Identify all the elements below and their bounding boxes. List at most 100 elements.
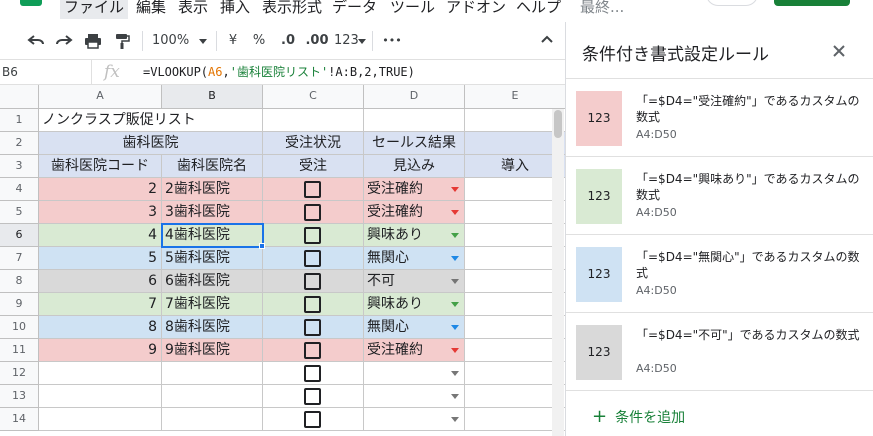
cell-install[interactable] xyxy=(465,293,566,316)
currency-format-button[interactable]: ¥ xyxy=(226,33,240,49)
row-header[interactable]: 3 xyxy=(0,155,39,178)
column-header-d[interactable]: D xyxy=(364,85,465,109)
menu-edit[interactable]: 編集 xyxy=(136,0,166,19)
cell-empty[interactable] xyxy=(162,362,263,385)
cell-e1[interactable] xyxy=(465,109,566,132)
sub-header-order[interactable]: 受注 xyxy=(263,155,364,178)
cell-order-checkbox[interactable] xyxy=(263,362,364,385)
sheet-title-cell[interactable]: ノンクラスプ販促リスト xyxy=(39,109,263,132)
checkbox[interactable] xyxy=(304,227,321,244)
row-header[interactable]: 7 xyxy=(0,247,39,270)
row-header[interactable]: 14 xyxy=(0,408,39,431)
cell-clinic-code[interactable]: 4 xyxy=(39,224,162,247)
cell-clinic-code[interactable]: 6 xyxy=(39,270,162,293)
cell-status-dropdown[interactable]: 無関心 xyxy=(364,316,465,339)
vertical-scrollbar[interactable] xyxy=(552,109,564,436)
menu-file[interactable]: ファイル xyxy=(60,0,129,19)
cell-clinic-code[interactable]: 8 xyxy=(39,316,162,339)
last-edit-link[interactable]: 最終... xyxy=(580,0,624,19)
row-header[interactable]: 10 xyxy=(0,316,39,339)
row-header[interactable]: 5 xyxy=(0,201,39,224)
cell-status-dropdown[interactable]: 不可 xyxy=(364,270,465,293)
cell-empty[interactable] xyxy=(162,408,263,431)
row-header[interactable]: 11 xyxy=(0,339,39,362)
cell-order-checkbox[interactable] xyxy=(263,385,364,408)
row-header[interactable]: 13 xyxy=(0,385,39,408)
menu-addons[interactable]: アドオン xyxy=(446,0,506,19)
menu-tools[interactable]: ツール xyxy=(390,0,435,19)
format-rule-item[interactable]: 123 「=$D4="不可"」であるカスタムの数式 A4:D50 xyxy=(566,313,873,391)
menu-insert[interactable]: 挿入 xyxy=(220,0,250,19)
checkbox[interactable] xyxy=(304,388,321,405)
row-header[interactable]: 8 xyxy=(0,270,39,293)
cell-clinic-name[interactable]: 9歯科医院 xyxy=(162,339,263,362)
dropdown-arrow-icon[interactable] xyxy=(451,233,459,238)
dropdown-arrow-icon[interactable] xyxy=(451,325,459,330)
checkbox[interactable] xyxy=(304,250,321,267)
cell-install[interactable] xyxy=(465,385,566,408)
more-tools-button[interactable]: ••• xyxy=(382,33,402,49)
checkbox[interactable] xyxy=(304,181,321,198)
checkbox[interactable] xyxy=(304,319,321,336)
cell-status-dropdown[interactable]: 無関心 xyxy=(364,247,465,270)
cell-status-dropdown[interactable]: 受注確約 xyxy=(364,178,465,201)
redo-button[interactable] xyxy=(54,33,74,49)
cell-order-checkbox[interactable] xyxy=(263,247,364,270)
checkbox[interactable] xyxy=(304,273,321,290)
close-button[interactable] xyxy=(832,39,846,63)
dropdown-arrow-icon[interactable] xyxy=(451,394,459,399)
cell-clinic-name[interactable]: 5歯科医院 xyxy=(162,247,263,270)
menu-format[interactable]: 表示形式 xyxy=(262,0,322,19)
collapse-toolbar-button[interactable] xyxy=(538,33,556,49)
cell-e2[interactable] xyxy=(465,132,566,155)
menu-help[interactable]: ヘルプ xyxy=(516,0,561,19)
sub-header-code[interactable]: 歯科医院コード xyxy=(39,155,162,178)
cell-install[interactable] xyxy=(465,362,566,385)
fill-handle[interactable] xyxy=(259,243,265,249)
cell-clinic-name[interactable]: 2歯科医院 xyxy=(162,178,263,201)
cell-install[interactable] xyxy=(465,201,566,224)
cell-clinic-code[interactable]: 2 xyxy=(39,178,162,201)
cell-install[interactable] xyxy=(465,339,566,362)
undo-button[interactable] xyxy=(26,33,46,49)
cell-install[interactable] xyxy=(465,224,566,247)
cell-install[interactable] xyxy=(465,247,566,270)
select-all-corner[interactable] xyxy=(0,85,39,109)
dropdown-arrow-icon[interactable] xyxy=(451,302,459,307)
decrease-decimal-button[interactable]: .0 xyxy=(277,33,299,49)
more-formats-select[interactable]: 123 xyxy=(334,33,366,49)
formula-input[interactable]: =VLOOKUP(A6,'歯科医院リスト'!A:B,2,TRUE) xyxy=(143,60,415,85)
sub-header-install[interactable]: 導入 xyxy=(465,155,566,178)
row-header[interactable]: 4 xyxy=(0,178,39,201)
column-header-a[interactable]: A xyxy=(39,85,162,109)
format-rule-item[interactable]: 123 「=$D4="興味あり"」であるカスタムの数式 A4:D50 xyxy=(566,157,873,235)
cell-status-dropdown[interactable]: 興味あり xyxy=(364,293,465,316)
dropdown-arrow-icon[interactable] xyxy=(451,256,459,261)
format-rule-item[interactable]: 123 「=$D4="無関心"」であるカスタムの数式 A4:D50 xyxy=(566,235,873,313)
percent-format-button[interactable]: % xyxy=(252,33,266,49)
dropdown-arrow-icon[interactable] xyxy=(451,417,459,422)
cell-status-dropdown[interactable]: 受注確約 xyxy=(364,339,465,362)
paint-format-button[interactable] xyxy=(112,33,132,49)
cell-clinic-name[interactable]: 7歯科医院 xyxy=(162,293,263,316)
cell-clinic-name[interactable]: 6歯科医院 xyxy=(162,270,263,293)
cell-status-dropdown[interactable]: 興味あり xyxy=(364,224,465,247)
dropdown-arrow-icon[interactable] xyxy=(451,279,459,284)
group-header-clinic[interactable]: 歯科医院 xyxy=(39,132,263,155)
group-header-sales-result[interactable]: セールス結果 xyxy=(364,132,465,155)
group-header-order-status[interactable]: 受注状況 xyxy=(263,132,364,155)
zoom-select[interactable]: 100% xyxy=(152,33,208,49)
column-header-e[interactable]: E xyxy=(465,85,566,109)
row-header[interactable]: 1 xyxy=(0,109,39,132)
comment-button[interactable] xyxy=(706,0,758,6)
cell-install[interactable] xyxy=(465,408,566,431)
cell-clinic-name[interactable]: 8歯科医院 xyxy=(162,316,263,339)
cell-order-checkbox[interactable] xyxy=(263,339,364,362)
checkbox[interactable] xyxy=(304,342,321,359)
cell-empty[interactable] xyxy=(39,362,162,385)
row-header-selected[interactable]: 6 xyxy=(0,224,39,247)
sub-header-name[interactable]: 歯科医院名 xyxy=(162,155,263,178)
cell-order-checkbox[interactable] xyxy=(263,178,364,201)
increase-decimal-button[interactable]: .00 xyxy=(304,33,330,49)
scrollbar-thumb[interactable] xyxy=(554,110,562,138)
